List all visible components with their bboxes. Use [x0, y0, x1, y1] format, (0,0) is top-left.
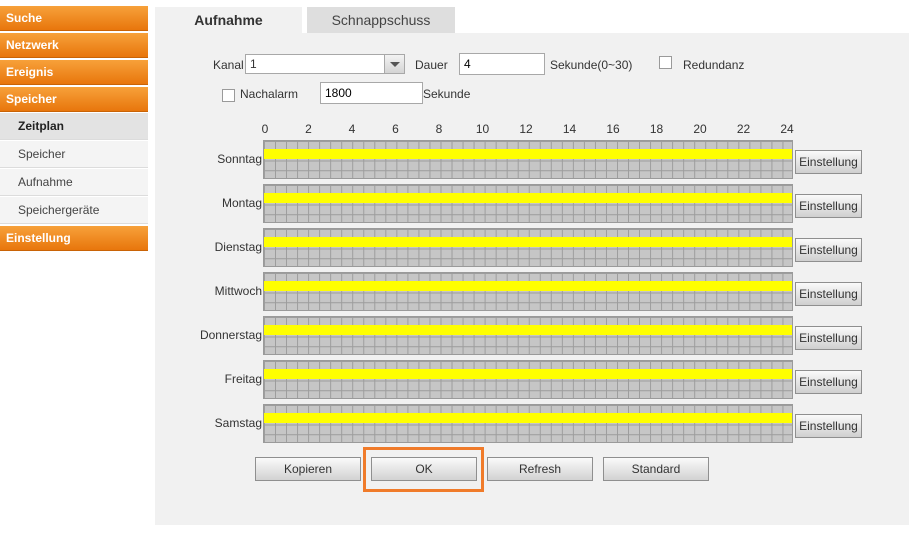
- hour-label: 20: [693, 122, 707, 136]
- day-schedule-row[interactable]: [263, 404, 793, 443]
- day-setting-button[interactable]: Einstellung: [795, 282, 862, 306]
- nav-suche[interactable]: Suche: [0, 6, 148, 31]
- hour-label: 18: [649, 122, 664, 136]
- dauer-unit: Sekunde(0~30): [550, 58, 633, 72]
- dauer-label: Dauer: [415, 58, 448, 72]
- nachalarm-input[interactable]: 1800: [320, 82, 423, 104]
- sidebar-item-aufnahme[interactable]: Aufnahme: [0, 169, 148, 196]
- day-schedule-row[interactable]: [263, 140, 793, 179]
- sidebar-item-speichergeraete[interactable]: Speichergeräte: [0, 197, 148, 224]
- day-setting-button[interactable]: Einstellung: [795, 238, 862, 262]
- day-schedule-row[interactable]: [263, 228, 793, 267]
- hour-label: 16: [606, 122, 620, 136]
- sidebar-item-zeitplan[interactable]: Zeitplan: [0, 113, 148, 140]
- day-label: Freitag: [224, 372, 262, 386]
- dauer-input[interactable]: 4: [459, 53, 545, 75]
- recording-period-bar: [264, 193, 792, 203]
- chevron-down-icon[interactable]: [384, 55, 404, 73]
- nav-speicher[interactable]: Speicher: [0, 87, 148, 112]
- hour-label: 4: [348, 122, 356, 136]
- day-setting-button[interactable]: Einstellung: [795, 326, 862, 350]
- hour-label: 22: [736, 122, 751, 136]
- redundanz-label: Redundanz: [683, 58, 745, 72]
- day-label: Donnerstag: [199, 328, 262, 342]
- recording-period-bar: [264, 325, 792, 335]
- copy-button[interactable]: Kopieren: [255, 457, 361, 481]
- hour-label: 2: [305, 122, 312, 136]
- day-label: Samstag: [214, 416, 262, 430]
- nav-ereignis[interactable]: Ereignis: [0, 60, 148, 85]
- hour-label: 8: [435, 122, 443, 136]
- redundanz-checkbox[interactable]: [659, 56, 672, 69]
- day-schedule-row[interactable]: [263, 184, 793, 223]
- day-schedule-row[interactable]: [263, 360, 793, 399]
- hour-label: 14: [562, 122, 577, 136]
- recording-period-bar: [264, 149, 792, 159]
- hour-label: 10: [475, 122, 490, 136]
- kanal-select[interactable]: 1: [245, 54, 405, 74]
- sidebar-item-speicher[interactable]: Speicher: [0, 141, 148, 168]
- nachalarm-checkbox[interactable]: [222, 89, 235, 102]
- day-label: Mittwoch: [214, 284, 262, 298]
- day-setting-button[interactable]: Einstellung: [795, 150, 862, 174]
- kanal-label: Kanal: [213, 58, 244, 72]
- day-schedule-row[interactable]: [263, 272, 793, 311]
- recording-period-bar: [264, 369, 792, 379]
- day-label: Dienstag: [214, 240, 262, 254]
- day-setting-button[interactable]: Einstellung: [795, 194, 862, 218]
- day-label: Sonntag: [217, 152, 262, 166]
- hour-label: 6: [392, 122, 399, 136]
- nachalarm-unit: Sekunde: [423, 87, 471, 101]
- tab-aufnahme[interactable]: Aufnahme: [155, 7, 302, 33]
- day-label: Montag: [221, 196, 262, 210]
- day-setting-button[interactable]: Einstellung: [795, 370, 862, 394]
- kanal-value: 1: [250, 57, 257, 71]
- recording-period-bar: [264, 237, 792, 247]
- recording-period-bar: [264, 413, 792, 423]
- nachalarm-label: Nachalarm: [240, 87, 299, 101]
- nav-einstellung[interactable]: Einstellung: [0, 226, 148, 251]
- ok-highlight-frame: [363, 447, 484, 492]
- day-setting-button[interactable]: Einstellung: [795, 414, 862, 438]
- standard-button[interactable]: Standard: [603, 457, 709, 481]
- tab-schnappschuss[interactable]: Schnappschuss: [307, 7, 455, 33]
- hour-label: 24: [780, 122, 794, 136]
- hour-label: 0: [261, 122, 269, 136]
- nav-netzwerk[interactable]: Netzwerk: [0, 33, 148, 58]
- day-schedule-row[interactable]: [263, 316, 793, 355]
- recording-period-bar: [264, 281, 792, 291]
- refresh-button[interactable]: Refresh: [487, 457, 593, 481]
- hour-label: 12: [519, 122, 533, 136]
